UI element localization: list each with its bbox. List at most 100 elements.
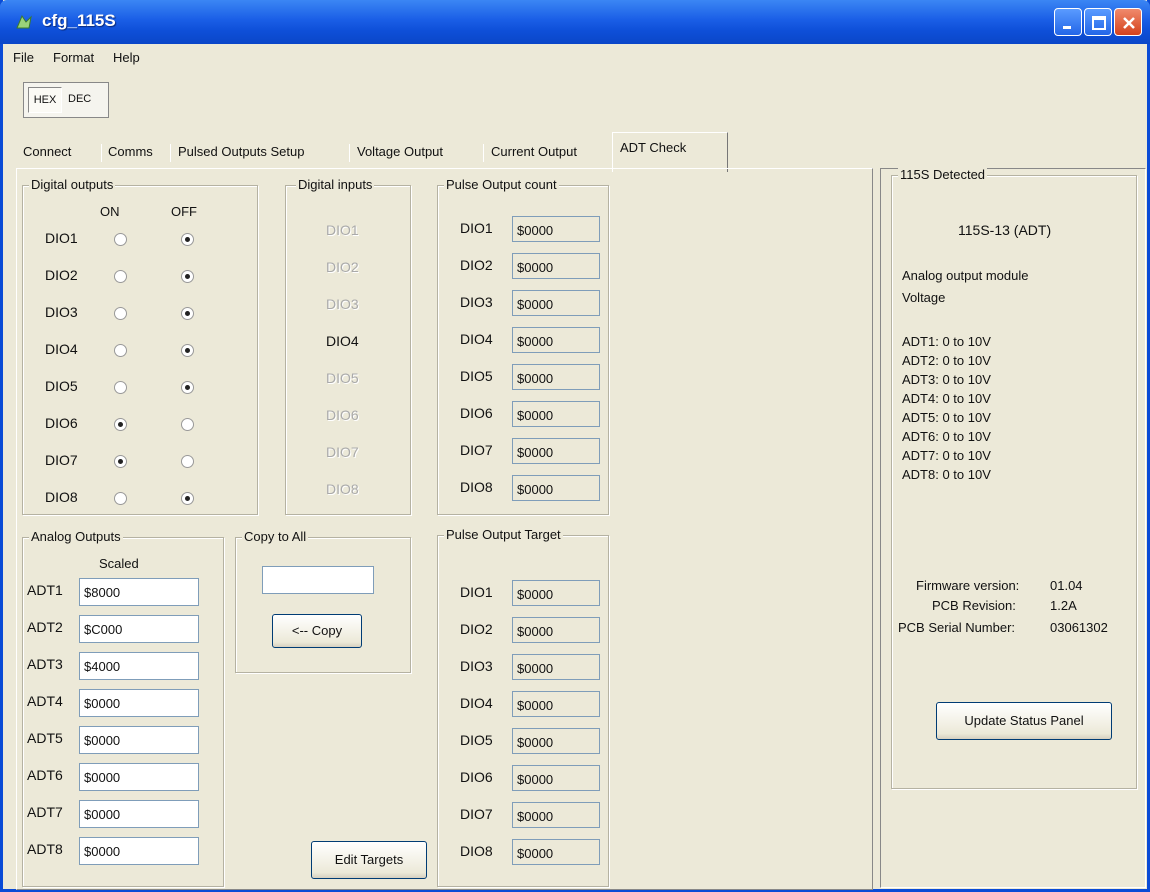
- digital-inputs-group: Digital inputs DIO1 DIO2 DIO3 DIO4 DIO5 DIO6 D…: [285, 177, 411, 515]
- range-line: ADT3: 0 to 10V: [902, 372, 991, 387]
- range-line: ADT1: 0 to 10V: [902, 334, 991, 349]
- digital-input-indicator: DIO4: [326, 333, 359, 349]
- analog-output-field[interactable]: $0000: [79, 689, 199, 717]
- range-line: ADT8: 0 to 10V: [902, 467, 991, 482]
- analog-output-label: ADT5: [27, 730, 63, 746]
- tab-adt-check-label: ADT Check: [620, 140, 687, 155]
- serial-label: PCB Serial Number:: [898, 620, 1016, 635]
- radio-off[interactable]: [181, 344, 194, 357]
- update-status-button[interactable]: Update Status Panel: [936, 702, 1112, 740]
- pulse-count-label: DIO3: [460, 294, 493, 310]
- hex-button[interactable]: HEX: [28, 87, 62, 113]
- tab-current-output[interactable]: Current Output: [491, 144, 577, 159]
- copy-value-input[interactable]: [262, 566, 374, 594]
- analog-output-field[interactable]: $0000: [79, 763, 199, 791]
- analog-output-label: ADT7: [27, 804, 63, 820]
- maximize-icon: [1092, 16, 1106, 30]
- analog-output-label: ADT3: [27, 656, 63, 672]
- digital-output-label: DIO4: [45, 341, 78, 357]
- tab-connect[interactable]: Connect: [23, 144, 71, 159]
- adt-check-panel: Digital outputs ON OFF DIO1 DIO2 DIO3 DIO4 D…: [16, 168, 873, 890]
- output-kind-text: Voltage: [902, 290, 946, 305]
- radio-on[interactable]: [114, 233, 127, 246]
- analog-output-field[interactable]: $0000: [79, 800, 199, 828]
- pulse-target-label: DIO6: [460, 769, 493, 785]
- analog-output-field[interactable]: $0000: [79, 837, 199, 865]
- radio-on[interactable]: [114, 270, 127, 283]
- pulse-target-label: DIO5: [460, 732, 493, 748]
- tab-voltage-output[interactable]: Voltage Output: [357, 144, 443, 159]
- radio-off[interactable]: [181, 418, 194, 431]
- pulse-output-target-group: Pulse Output Target DIO1 $0000 DIO2 $0000 DI…: [437, 527, 609, 887]
- maximize-button[interactable]: [1084, 8, 1112, 36]
- pulse-target-label: DIO2: [460, 621, 493, 637]
- app-icon: [16, 14, 32, 29]
- radio-on[interactable]: [114, 418, 127, 431]
- radio-on[interactable]: [114, 455, 127, 468]
- close-button[interactable]: [1114, 8, 1142, 36]
- pulse-output-count-group: Pulse Output count DIO1 $0000 DIO2 $0000 DIO…: [437, 177, 609, 515]
- radio-on[interactable]: [114, 492, 127, 505]
- range-line: ADT4: 0 to 10V: [902, 391, 991, 406]
- tab-separator: [483, 144, 484, 162]
- app-window: cfg_115S File Format Help HEX DEC Connec…: [0, 0, 1150, 892]
- analog-output-field[interactable]: $C000: [79, 615, 199, 643]
- pulse-count-label: DIO4: [460, 331, 493, 347]
- analog-output-field[interactable]: $8000: [79, 578, 199, 606]
- analog-output-field[interactable]: $0000: [79, 726, 199, 754]
- pulse-count-field: $0000: [512, 290, 600, 316]
- digital-output-label: DIO1: [45, 230, 78, 246]
- pulse-count-field: $0000: [512, 475, 600, 501]
- close-icon: [1123, 17, 1135, 29]
- digital-input-indicator: DIO3: [326, 296, 359, 312]
- radio-on[interactable]: [114, 344, 127, 357]
- pulse-target-field: $0000: [512, 728, 600, 754]
- pulse-target-field: $0000: [512, 580, 600, 606]
- pcb-revision-label: PCB Revision:: [932, 598, 1016, 613]
- tab-separator: [101, 144, 102, 162]
- radio-off[interactable]: [181, 455, 194, 468]
- radio-on[interactable]: [114, 307, 127, 320]
- digital-input-indicator: DIO5: [326, 370, 359, 386]
- radio-off[interactable]: [181, 492, 194, 505]
- pulse-count-label: DIO1: [460, 220, 493, 236]
- radio-on[interactable]: [114, 381, 127, 394]
- range-line: ADT2: 0 to 10V: [902, 353, 991, 368]
- radio-off[interactable]: [181, 307, 194, 320]
- digital-input-indicator: DIO6: [326, 407, 359, 423]
- tab-adt-check[interactable]: ADT Check: [612, 132, 728, 172]
- tab-pulsed-outputs-setup[interactable]: Pulsed Outputs Setup: [178, 144, 304, 159]
- pulse-count-field: $0000: [512, 253, 600, 279]
- tab-separator: [170, 144, 171, 162]
- digital-output-label: DIO6: [45, 415, 78, 431]
- edit-targets-button[interactable]: Edit Targets: [311, 841, 427, 879]
- analog-outputs-title: Analog Outputs: [29, 529, 123, 544]
- radio-off[interactable]: [181, 233, 194, 246]
- digital-input-indicator: DIO7: [326, 444, 359, 460]
- menu-file[interactable]: File: [13, 50, 34, 65]
- analog-output-field[interactable]: $4000: [79, 652, 199, 680]
- range-line: ADT5: 0 to 10V: [902, 410, 991, 425]
- digital-output-label: DIO3: [45, 304, 78, 320]
- module-type-text: Analog output module: [902, 268, 1029, 283]
- on-column-label: ON: [100, 204, 120, 219]
- minimize-button[interactable]: [1054, 8, 1082, 36]
- radio-off[interactable]: [181, 381, 194, 394]
- analog-output-label: ADT1: [27, 582, 63, 598]
- digital-input-indicator: DIO1: [326, 222, 359, 238]
- digital-input-indicator: DIO2: [326, 259, 359, 275]
- pulse-target-label: DIO4: [460, 695, 493, 711]
- copy-button[interactable]: <-- Copy: [272, 614, 362, 648]
- pulse-count-field: $0000: [512, 401, 600, 427]
- dec-button[interactable]: DEC: [68, 93, 91, 105]
- menu-help[interactable]: Help: [113, 50, 140, 65]
- tab-comms[interactable]: Comms: [108, 144, 153, 159]
- radio-off[interactable]: [181, 270, 194, 283]
- hex-dec-toggle: HEX DEC: [23, 82, 109, 118]
- menu-format[interactable]: Format: [53, 50, 94, 65]
- digital-outputs-group: Digital outputs ON OFF DIO1 DIO2 DIO3 DIO4 D…: [22, 177, 258, 515]
- pulse-target-field: $0000: [512, 617, 600, 643]
- title-bar[interactable]: cfg_115S: [0, 0, 1150, 44]
- menu-bar: File Format Help: [3, 46, 1147, 68]
- digital-output-label: DIO5: [45, 378, 78, 394]
